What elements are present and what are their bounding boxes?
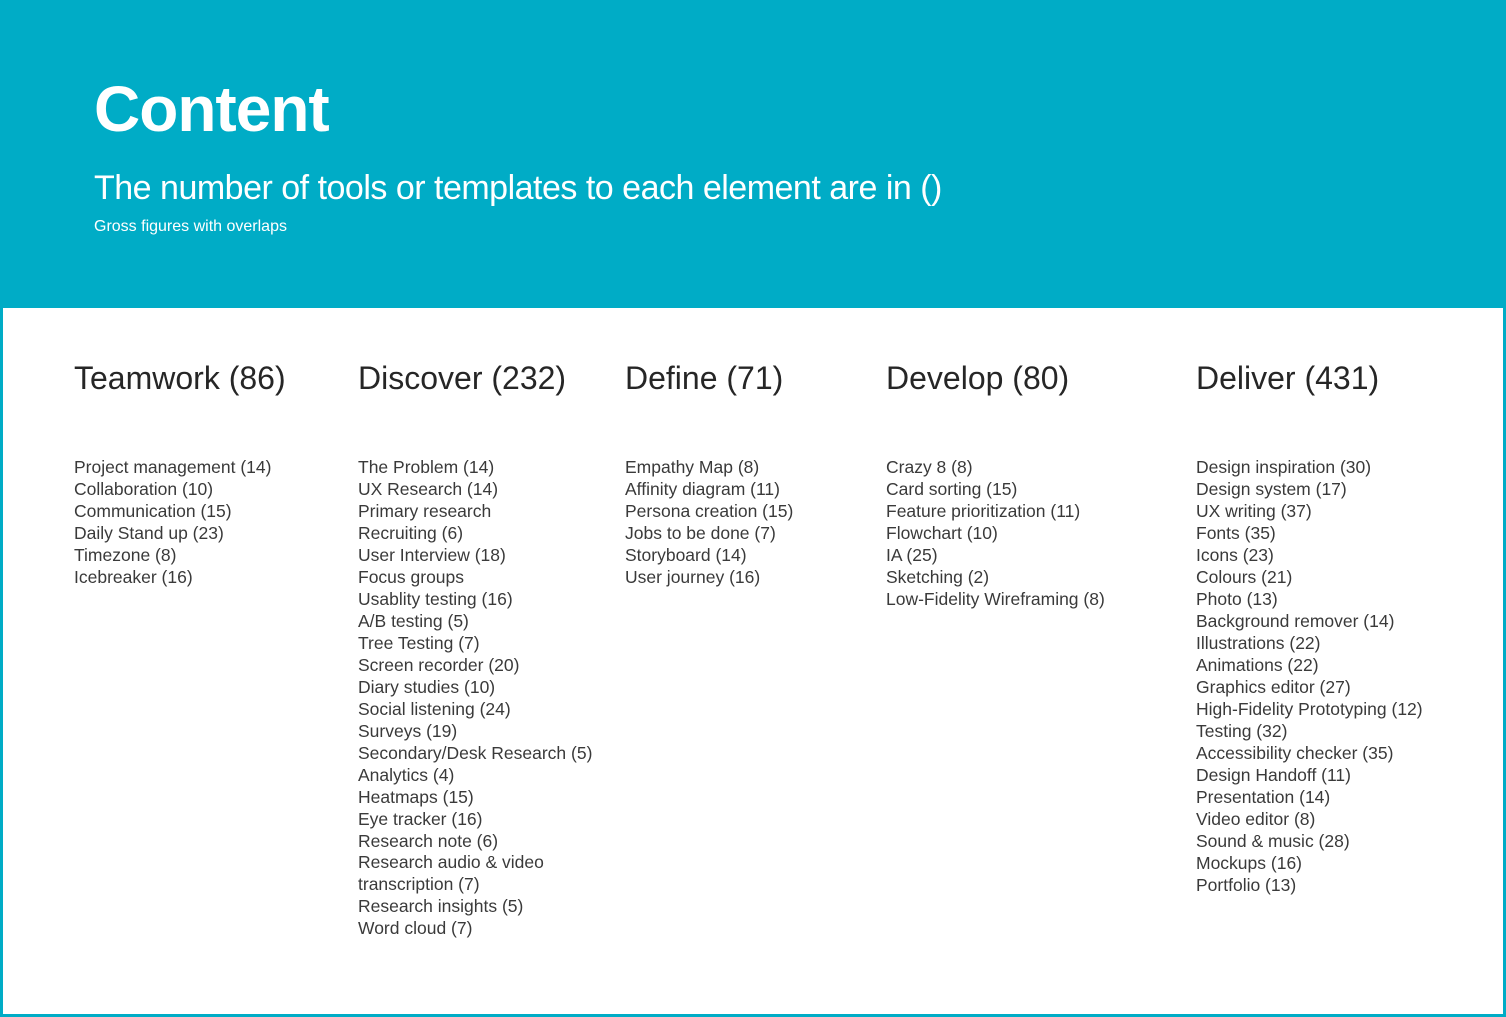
column-heading: Deliver (431) <box>1196 360 1380 396</box>
list-item: Screen recorder (20) <box>358 655 520 675</box>
item-list: Crazy 8 (8) Card sorting (15) Feature prio… <box>886 456 1105 610</box>
list-item: Storyboard (14) <box>625 545 747 565</box>
list-item: Daily Stand up (23) <box>74 523 224 543</box>
list-item: A/B testing (5) <box>358 611 469 631</box>
list-item: Design inspiration (30) <box>1196 457 1372 477</box>
list-item: Research insights (5) <box>358 896 524 916</box>
list-item: Sketching (2) <box>886 567 990 587</box>
list-item: Timezone (8) <box>74 545 177 565</box>
list-item: Fonts (35) <box>1196 523 1276 543</box>
list-item: Animations (22) <box>1196 655 1319 675</box>
list-item: The Problem (14) <box>358 457 495 477</box>
list-item: Presentation (14) <box>1196 787 1331 807</box>
list-item: Photo (13) <box>1196 589 1278 609</box>
list-item: Jobs to be done (7) <box>625 523 776 543</box>
content-slide: Content The number of tools or templates… <box>0 0 1506 1017</box>
list-item: Design system (17) <box>1196 479 1347 499</box>
list-item: Social listening (24) <box>358 699 511 719</box>
list-item: Analytics (4) <box>358 765 455 785</box>
list-item: Portfolio (13) <box>1196 875 1297 895</box>
list-item: UX writing (37) <box>1196 501 1312 521</box>
list-item: Mockups (16) <box>1196 853 1303 873</box>
column-heading: Develop (80) <box>886 360 1070 396</box>
list-item: Research audio & video transcription (7) <box>358 852 544 894</box>
column-define: Define (71) Empathy Map (8) Affinity diag… <box>625 358 793 588</box>
list-item: Project management (14) <box>74 457 272 477</box>
header-banner: Content The number of tools or templates… <box>0 0 1506 308</box>
list-item: Eye tracker (16) <box>358 809 483 829</box>
list-item: Crazy 8 (8) <box>886 457 973 477</box>
page-subtitle: The number of tools or templates to each… <box>94 169 942 207</box>
list-item: Design Handoff (11) <box>1196 765 1351 785</box>
list-item: Flowchart (10) <box>886 523 998 543</box>
item-list: The Problem (14) UX Research (14) Primary … <box>358 456 592 939</box>
list-item: User Interview (18) <box>358 545 506 565</box>
page-title: Content <box>94 73 330 145</box>
list-item: Persona creation (15) <box>625 501 794 521</box>
list-item: Testing (32) <box>1196 721 1288 741</box>
list-item: Recruiting (6) <box>358 523 464 543</box>
column-heading: Define (71) <box>625 360 784 396</box>
list-item: IA (25) <box>886 545 938 565</box>
list-item: Affinity diagram (11) <box>625 479 780 499</box>
list-item: Surveys (19) <box>358 721 458 741</box>
column-discover: Discover (232) The Problem (14) UX Resear… <box>358 358 592 939</box>
list-item: Icebreaker (16) <box>74 567 193 587</box>
list-item: Research note (6) <box>358 831 499 851</box>
list-item: Focus groups <box>358 567 465 587</box>
column-deliver: Deliver (431) Design inspiration (30) Des… <box>1196 358 1423 896</box>
list-item: Background remover (14) <box>1196 611 1395 631</box>
column-heading: Teamwork (86) <box>74 360 286 396</box>
list-item: Empathy Map (8) <box>625 457 760 477</box>
list-item: Collaboration (10) <box>74 479 214 499</box>
list-item: Low-Fidelity Wireframing (8) <box>886 589 1105 609</box>
list-item: User journey (16) <box>625 567 761 587</box>
column-develop: Develop (80) Crazy 8 (8) Card sorting (15… <box>886 358 1105 610</box>
list-item: Communication (15) <box>74 501 232 521</box>
list-item: Accessibility checker (35) <box>1196 743 1394 763</box>
content-panel: Teamwork (86) Project management (14) Col… <box>0 308 1506 1017</box>
list-item: Colours (21) <box>1196 567 1293 587</box>
list-item: Primary research <box>358 501 492 521</box>
page-note: Gross figures with overlaps <box>94 218 287 235</box>
list-item: Graphics editor (27) <box>1196 677 1351 697</box>
list-item: Feature prioritization (11) <box>886 501 1081 521</box>
list-item: Tree Testing (7) <box>358 633 480 653</box>
column-heading: Discover (232) <box>358 360 567 396</box>
item-list: Empathy Map (8) Affinity diagram (11) Pers… <box>625 456 793 588</box>
list-item: Secondary/Desk Research (5) <box>358 743 593 763</box>
list-item: Video editor (8) <box>1196 809 1316 829</box>
list-item: Usablity testing (16) <box>358 589 513 609</box>
list-item: UX Research (14) <box>358 479 499 499</box>
list-item: Word cloud (7) <box>358 918 473 938</box>
list-item: Sound & music (28) <box>1196 831 1350 851</box>
item-list: Design inspiration (30) Design system (17… <box>1196 456 1423 896</box>
item-list: Project management (14) Collaboration (10… <box>74 456 286 588</box>
list-item: High-Fidelity Prototyping (12) <box>1196 699 1423 719</box>
list-item: Illustrations (22) <box>1196 633 1321 653</box>
list-item: Card sorting (15) <box>886 479 1018 499</box>
list-item: Icons (23) <box>1196 545 1274 565</box>
list-item: Diary studies (10) <box>358 677 496 697</box>
list-item: Heatmaps (15) <box>358 787 474 807</box>
column-teamwork: Teamwork (86) Project management (14) Col… <box>74 358 286 588</box>
